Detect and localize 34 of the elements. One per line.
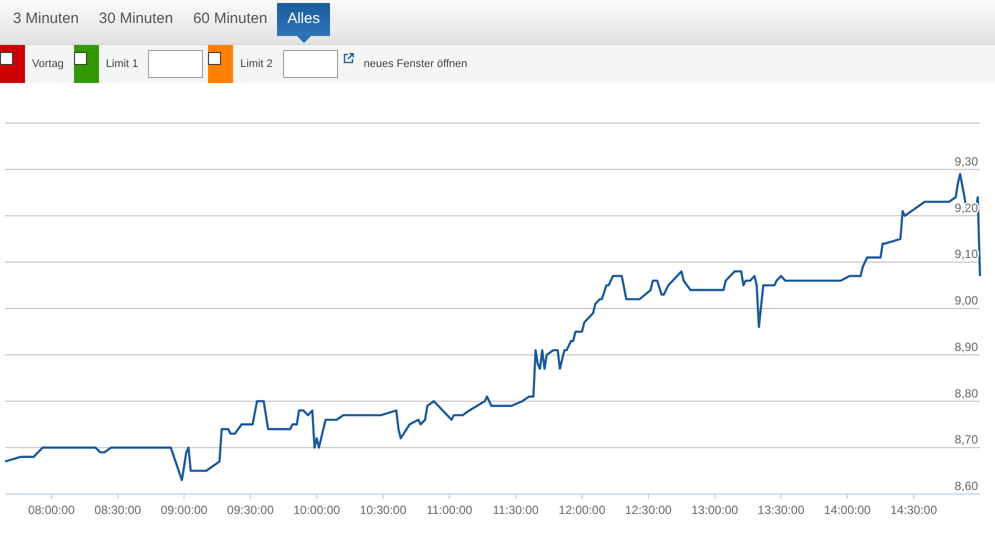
new-window-link[interactable]: neues Fenster öffnen [364,56,468,72]
x-axis-label: 12:30:00 [625,503,672,517]
checkbox[interactable] [74,52,87,65]
y-axis-label: 9,00 [954,294,978,308]
external-link-icon[interactable] [342,53,354,64]
x-axis-label: 12:00:00 [558,503,606,517]
x-axis-label: 11:30:00 [492,503,539,517]
limit-input-field[interactable] [148,50,204,78]
x-axis-label: 09:30:00 [227,503,274,517]
x-axis-label: 13:30:00 [758,503,804,517]
range-tab[interactable]: 3 Minuten [3,3,89,35]
checkbox[interactable] [208,52,222,65]
option-label: Limit 2 [240,56,273,72]
y-axis-label: 8,70 [954,432,978,447]
y-axis-label: 8,90 [954,340,978,354]
x-axis-label: 08:30:00 [94,503,142,517]
option-label: Vortag [32,56,64,72]
y-axis-label: 9,30 [954,154,978,168]
x-axis-label: 08:00:00 [28,503,75,517]
range-tab[interactable]: 30 Minuten [88,3,184,35]
y-axis-label: 8,80 [954,386,978,400]
checkbox[interactable] [0,52,13,65]
x-axis-label: 14:30:00 [890,503,938,517]
range-tab[interactable]: 60 Minuten [183,3,278,35]
x-axis-label: 14:00:00 [824,503,871,517]
y-axis-label: 8,60 [954,479,978,493]
limit-input-field[interactable] [282,50,338,78]
x-axis-label: 09:00:00 [160,503,208,517]
option-label: Limit 1 [106,56,138,72]
x-axis-label: 10:30:00 [360,503,406,517]
x-axis-label: 11:00:00 [426,503,472,517]
x-axis-label: 13:00:00 [691,503,738,517]
x-axis-label: 10:00:00 [293,503,340,517]
y-axis-label: 9,10 [954,247,978,262]
